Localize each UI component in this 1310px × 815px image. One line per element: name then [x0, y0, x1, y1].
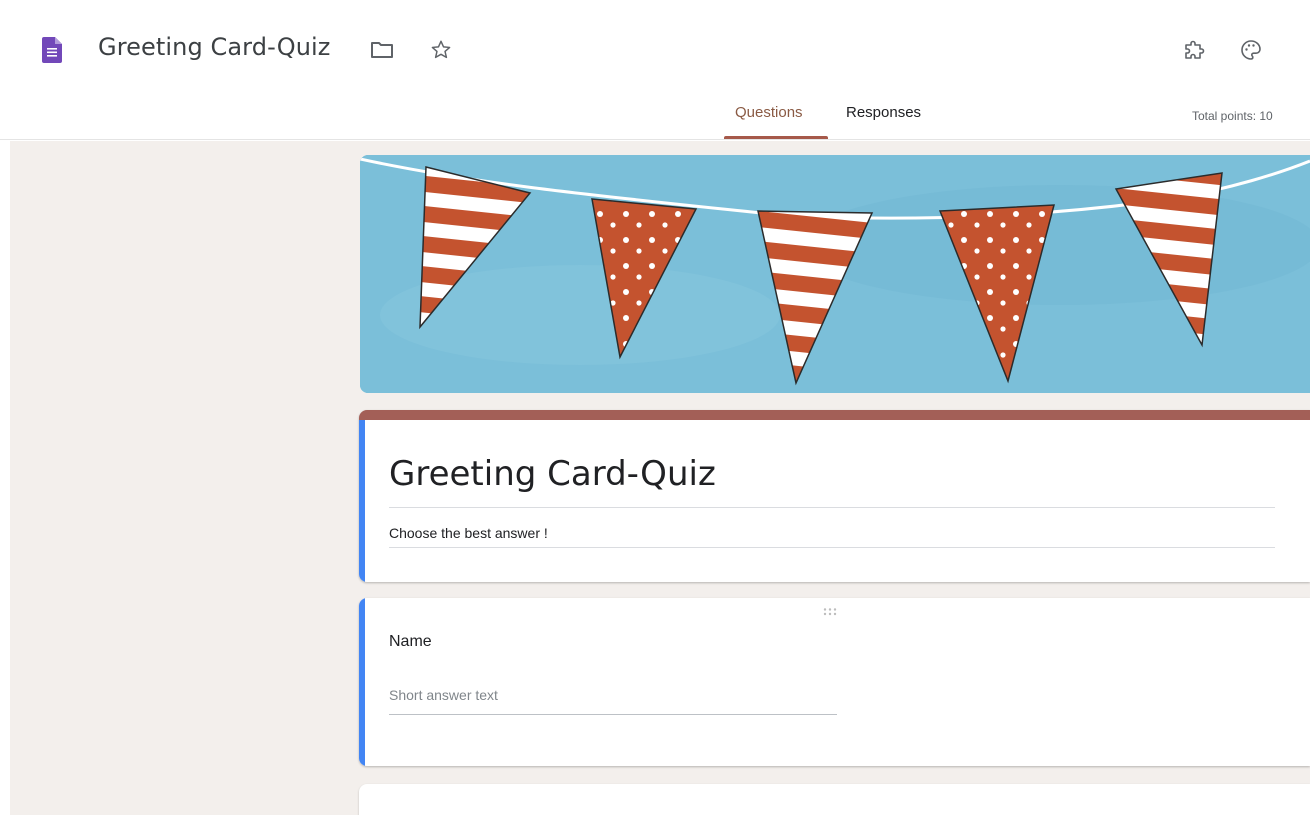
form-description[interactable]: Choose the best answer ! — [389, 525, 548, 541]
active-tab-indicator — [724, 136, 828, 139]
form-title[interactable]: Greeting Card-Quiz — [389, 454, 716, 494]
palette-icon[interactable] — [1237, 36, 1265, 64]
focus-indicator — [359, 598, 365, 766]
bunting-illustration — [360, 155, 1310, 393]
folder-icon[interactable] — [368, 36, 396, 64]
total-points: Total points: 10 — [1192, 109, 1273, 123]
star-icon[interactable] — [427, 36, 455, 64]
focus-indicator — [359, 420, 365, 582]
addon-puzzle-icon[interactable] — [1180, 36, 1208, 64]
title-underline — [389, 507, 1275, 508]
header: Greeting Card-Quiz Questions Responses T… — [0, 0, 1310, 140]
tab-bar: Questions Responses Total points: 10 — [0, 96, 1310, 140]
next-question-card[interactable] — [359, 784, 1310, 815]
short-answer-placeholder: Short answer text — [389, 687, 498, 703]
tab-responses[interactable]: Responses — [846, 104, 921, 121]
forms-app-icon[interactable] — [42, 37, 62, 63]
header-banner-image[interactable] — [360, 155, 1310, 393]
drag-handle-icon[interactable] — [822, 606, 842, 620]
question-title[interactable]: Name — [389, 633, 432, 651]
doc-title[interactable]: Greeting Card-Quiz — [98, 33, 330, 61]
tab-questions[interactable]: Questions — [735, 104, 803, 121]
question-card[interactable]: Name Short answer text — [359, 598, 1310, 766]
form-editor-canvas: Greeting Card-Quiz Choose the best answe… — [10, 141, 1310, 815]
short-answer-underline — [389, 714, 837, 715]
form-title-card[interactable]: Greeting Card-Quiz Choose the best answe… — [359, 410, 1310, 582]
description-underline — [389, 547, 1275, 548]
